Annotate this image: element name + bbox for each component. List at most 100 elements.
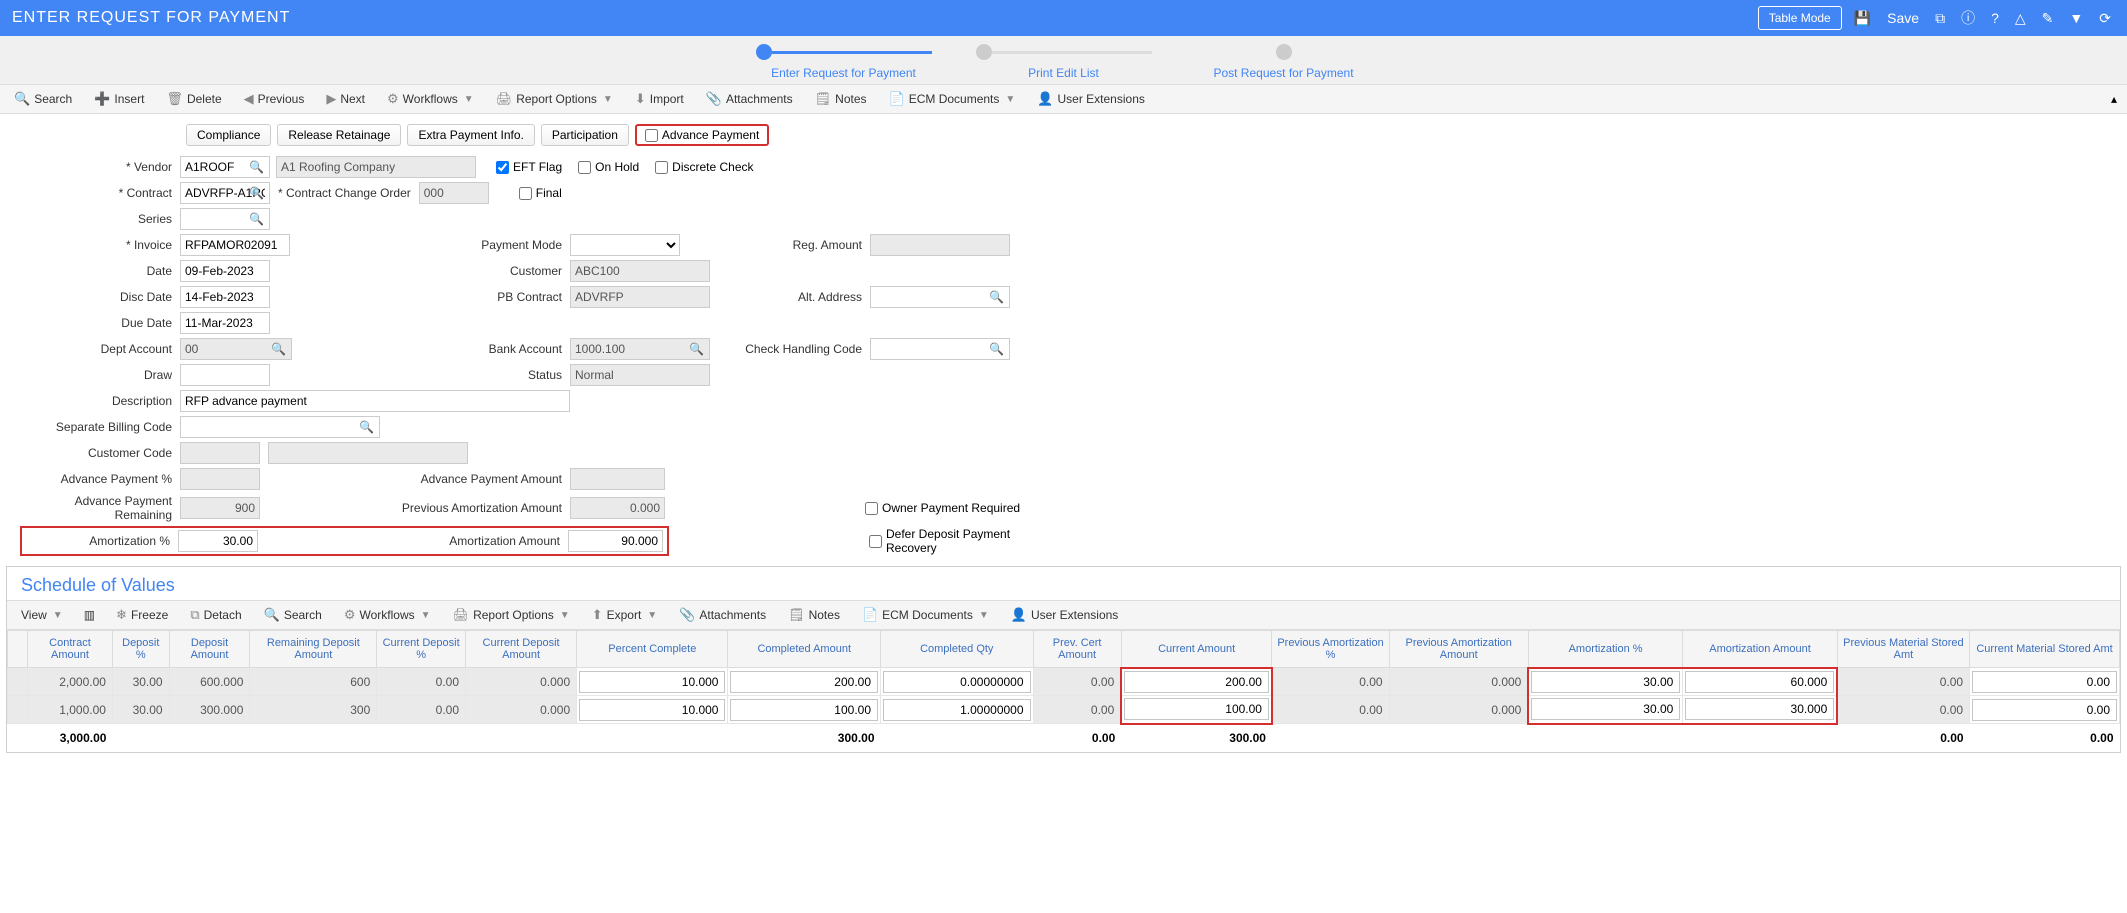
col-deposit-amount[interactable]: Deposit Amount <box>169 631 250 668</box>
sov-export-button[interactable]: ⬆Export▼ <box>588 604 662 626</box>
workflows-button[interactable]: ⚙Workflows▼ <box>383 88 478 110</box>
notes-button[interactable]: 🗒Notes <box>811 88 871 110</box>
cell-current_amount[interactable] <box>1124 671 1269 693</box>
attachments-button[interactable]: 📎Attachments <box>702 88 797 110</box>
dept-account-input[interactable] <box>180 338 292 360</box>
advance-payment-checkbox[interactable] <box>645 129 658 142</box>
col-current-deposit-amt[interactable]: Current Deposit Amount <box>466 631 577 668</box>
chevron-down-icon[interactable]: ▼ <box>2065 8 2087 28</box>
report-options-button[interactable]: 🖨Report Options▼ <box>492 88 617 110</box>
help-icon[interactable]: ? <box>1987 8 2003 28</box>
owner-payment-checkbox[interactable] <box>865 502 878 515</box>
warning-icon[interactable]: △ <box>2011 8 2030 29</box>
cell-percent_complete[interactable] <box>579 699 725 721</box>
insert-button[interactable]: ➕Insert <box>90 88 148 110</box>
col-deposit-pct[interactable]: Deposit % <box>112 631 169 668</box>
sov-search-button[interactable]: 🔍Search <box>260 604 326 626</box>
sov-attachments-button[interactable]: 📎Attachments <box>675 604 770 626</box>
ecm-button[interactable]: 📄ECM Documents▼ <box>885 88 1020 110</box>
amort-amt-input[interactable] <box>568 530 663 552</box>
table-row[interactable]: 1,000.0030.00300.0003000.000.0000.000.00… <box>8 696 2120 724</box>
col-current-deposit-pct[interactable]: Current Deposit % <box>377 631 466 668</box>
tab-compliance[interactable]: Compliance <box>186 124 271 146</box>
due-date-input[interactable] <box>180 312 270 334</box>
sov-ecm-button[interactable]: 📄ECM Documents▼ <box>858 604 993 626</box>
date-input[interactable] <box>180 260 270 282</box>
info-icon[interactable]: ⓘ <box>1957 6 1979 30</box>
col-completed-amount[interactable]: Completed Amount <box>728 631 881 668</box>
contract-input[interactable] <box>180 182 270 204</box>
save-label[interactable]: Save <box>1883 8 1923 28</box>
tab-release-retainage[interactable]: Release Retainage <box>277 124 401 146</box>
col-prev-amort-amt[interactable]: Previous Amortization Amount <box>1389 631 1528 668</box>
disc-date-input[interactable] <box>180 286 270 308</box>
col-current-amount[interactable]: Current Amount <box>1121 631 1272 668</box>
final-checkbox[interactable] <box>519 187 532 200</box>
cell-amort_amt[interactable] <box>1685 698 1834 720</box>
vendor-input[interactable] <box>180 156 270 178</box>
check-handling-label: Check Handling Code <box>710 342 870 356</box>
sov-tree-icon[interactable]: ▥ <box>81 605 98 625</box>
sov-user-ext-button[interactable]: 👤User Extensions <box>1007 604 1123 626</box>
cell-completed_qty[interactable] <box>883 671 1031 693</box>
cell-percent_complete[interactable] <box>579 671 725 693</box>
cell-completed_amount[interactable] <box>730 671 878 693</box>
col-prev-cert[interactable]: Prev. Cert Amount <box>1033 631 1121 668</box>
defer-deposit-checkbox[interactable] <box>869 535 882 548</box>
tab-extra-payment[interactable]: Extra Payment Info. <box>407 124 534 146</box>
sov-view-button[interactable]: View▼ <box>17 605 67 625</box>
cell-curr_mat_stored[interactable] <box>1972 671 2117 693</box>
check-handling-input[interactable] <box>870 338 1010 360</box>
search-button[interactable]: 🔍Search <box>10 88 76 110</box>
sov-detach-button[interactable]: ⧉Detach <box>186 604 245 626</box>
table-mode-button[interactable]: Table Mode <box>1758 6 1842 30</box>
cell-amort_amt[interactable] <box>1685 671 1834 693</box>
delete-button[interactable]: 🗑Delete <box>162 88 225 110</box>
cell-amort_pct[interactable] <box>1531 671 1680 693</box>
draw-input[interactable] <box>180 364 270 386</box>
edit-icon[interactable]: ✎ <box>2038 8 2058 29</box>
discrete-check-checkbox[interactable] <box>655 161 668 174</box>
sov-report-options-button[interactable]: 🖨Report Options▼ <box>449 604 574 626</box>
payment-mode-select[interactable] <box>570 234 680 256</box>
col-curr-mat-stored[interactable]: Current Material Stored Amt <box>1970 631 2120 668</box>
on-hold-checkbox[interactable] <box>578 161 591 174</box>
eft-flag-checkbox[interactable] <box>496 161 509 174</box>
sov-workflows-button[interactable]: ⚙Workflows▼ <box>340 604 435 626</box>
col-completed-qty[interactable]: Completed Qty <box>881 631 1034 668</box>
col-prev-mat-stored[interactable]: Previous Material Stored Amt <box>1837 631 1969 668</box>
col-amort-pct[interactable]: Amortization % <box>1528 631 1682 668</box>
user-extensions-button[interactable]: 👤User Extensions <box>1033 88 1149 110</box>
col-prev-amort-pct[interactable]: Previous Amortization % <box>1272 631 1389 668</box>
col-percent-complete[interactable]: Percent Complete <box>577 631 728 668</box>
sov-freeze-button[interactable]: ❄Freeze <box>112 604 172 626</box>
cell-completed_amount[interactable] <box>730 699 878 721</box>
cell-curr_mat_stored[interactable] <box>1972 699 2117 721</box>
refresh-icon[interactable]: ⟳ <box>2095 8 2115 29</box>
sep-billing-input[interactable] <box>180 416 380 438</box>
cell-current_amount[interactable] <box>1124 698 1269 720</box>
step-2[interactable]: Print Edit List <box>954 44 1174 80</box>
cell-amort_pct[interactable] <box>1531 698 1680 720</box>
invoice-input[interactable] <box>180 234 290 256</box>
col-remaining-deposit[interactable]: Remaining Deposit Amount <box>250 631 377 668</box>
step-3[interactable]: Post Request for Payment <box>1174 44 1394 80</box>
sov-notes-button[interactable]: 🗒Notes <box>784 604 844 626</box>
import-button[interactable]: ⬇Import <box>631 88 688 110</box>
col-amort-amt[interactable]: Amortization Amount <box>1683 631 1837 668</box>
description-input[interactable] <box>180 390 570 412</box>
cell-completed_qty[interactable] <box>883 699 1031 721</box>
collapse-icon[interactable]: ▴ <box>2111 92 2117 106</box>
tab-participation[interactable]: Participation <box>541 124 629 146</box>
copy-icon[interactable]: ⧉ <box>1931 8 1949 29</box>
save-icon[interactable]: 💾 <box>1850 8 1875 29</box>
col-contract-amount[interactable]: Contract Amount <box>28 631 113 668</box>
alt-address-input[interactable] <box>870 286 1010 308</box>
step-1[interactable]: Enter Request for Payment <box>734 44 954 80</box>
previous-button[interactable]: ◀Previous <box>240 88 309 110</box>
series-input[interactable] <box>180 208 270 230</box>
bank-account-input[interactable] <box>570 338 710 360</box>
table-row[interactable]: 2,000.0030.00600.0006000.000.0000.000.00… <box>8 668 2120 696</box>
amort-pct-input[interactable] <box>178 530 258 552</box>
next-button[interactable]: ▶Next <box>322 88 369 110</box>
